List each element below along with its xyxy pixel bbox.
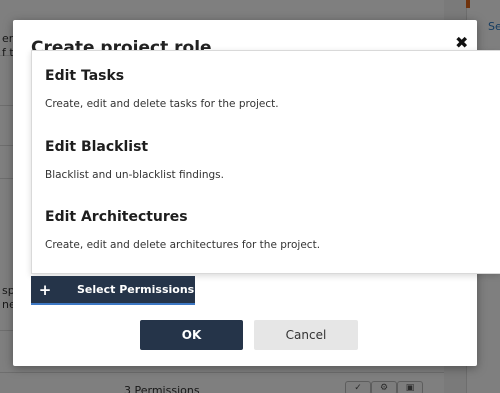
permission-title: Edit Tasks (45, 68, 125, 84)
permission-title: Edit Architectures (45, 209, 188, 225)
select-permissions-label: Select Permissions (77, 283, 195, 296)
permission-item[interactable]: Edit Blacklist Blacklist and un-blacklis… (45, 139, 485, 181)
permission-description: Blacklist and un-blacklist findings. (45, 169, 224, 181)
close-icon[interactable]: ✖ (455, 35, 468, 51)
select-permissions-button[interactable]: + Select Permissions (31, 276, 195, 305)
ok-button[interactable]: OK (140, 320, 243, 350)
permission-description: Create, edit and delete tasks for the pr… (45, 98, 279, 110)
permission-item[interactable]: Edit Architectures Create, edit and dele… (45, 209, 485, 251)
permission-description: Create, edit and delete architectures fo… (45, 239, 321, 251)
permission-item[interactable]: Edit Tasks Create, edit and delete tasks… (45, 68, 485, 110)
permission-title: Edit Blacklist (45, 139, 149, 155)
permissions-dropdown: Edit Tasks Create, edit and delete tasks… (31, 50, 500, 274)
cancel-button[interactable]: Cancel (254, 320, 358, 350)
plus-icon: + (38, 280, 52, 299)
